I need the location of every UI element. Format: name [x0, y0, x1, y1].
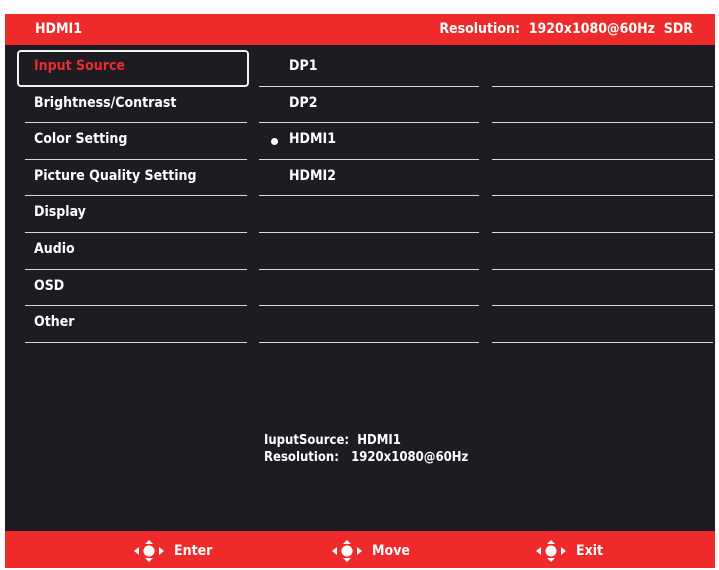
move-label: Move: [372, 543, 410, 559]
submenu-item-label: DP2: [289, 94, 318, 111]
submenu-item-dp1[interactable]: DP1: [259, 50, 479, 87]
exit-hint: Exit: [536, 540, 603, 562]
value-row: [492, 270, 713, 307]
menu-item-label: Display: [34, 204, 86, 221]
exit-label: Exit: [576, 543, 604, 559]
osd-menu: HDMI1 Resolution: 1920x1080@60Hz SDR Inp…: [5, 14, 715, 568]
submenu-item-label: HDMI1: [289, 131, 336, 148]
signal-info: IuputSource: HDMI1 Resolution: 1920x1080…: [264, 432, 468, 466]
menu-item-input-source[interactable]: Input Source: [17, 50, 249, 87]
menu-item-audio[interactable]: Audio: [25, 233, 247, 270]
value-row: [492, 306, 713, 343]
hdr-mode: SDR: [663, 21, 693, 37]
joystick-move-icon: [332, 540, 362, 562]
main-menu: Input Source Brightness/Contrast Color S…: [17, 50, 249, 343]
resolution-text: Resolution: 1920x1080@60Hz: [439, 21, 655, 37]
value-row: [492, 196, 713, 233]
menu-item-label: Input Source: [34, 58, 125, 74]
value-row: [492, 233, 713, 270]
value-row: [492, 123, 713, 160]
menu-item-picture-quality[interactable]: Picture Quality Setting: [25, 160, 247, 197]
submenu-item-label: HDMI2: [289, 167, 336, 184]
menu-item-label: Color Setting: [34, 131, 128, 148]
footer-bar: Enter Move Exit: [5, 531, 715, 568]
submenu-item-dp2[interactable]: DP2: [259, 87, 479, 124]
menu-item-other[interactable]: Other: [25, 306, 247, 343]
value-row: [492, 160, 713, 197]
menu-item-display[interactable]: Display: [25, 196, 247, 233]
menu-item-label: Other: [34, 314, 75, 331]
enter-hint: Enter: [134, 540, 212, 562]
selected-dot-icon: [271, 138, 278, 146]
move-hint: Move: [332, 540, 410, 562]
current-source: HDMI1: [35, 21, 82, 37]
menu-item-label: Audio: [34, 240, 75, 257]
submenu-item-hdmi2[interactable]: HDMI2: [259, 160, 479, 197]
menu-item-color-setting[interactable]: Color Setting: [25, 123, 247, 160]
value-row: [492, 87, 713, 124]
enter-label: Enter: [174, 543, 213, 559]
resolution-info: Resolution: 1920x1080@60Hz: [264, 450, 469, 465]
submenu-item-empty: [259, 196, 479, 233]
menu-item-brightness-contrast[interactable]: Brightness/Contrast: [25, 87, 247, 124]
submenu: DP1 DP2 HDMI1 HDMI2: [259, 50, 479, 343]
joystick-exit-icon: [536, 540, 566, 562]
submenu-item-empty: [259, 233, 479, 270]
menu-item-label: Brightness/Contrast: [34, 94, 177, 111]
header-bar: HDMI1 Resolution: 1920x1080@60Hz SDR: [5, 14, 715, 45]
menu-item-osd[interactable]: OSD: [25, 270, 247, 307]
submenu-item-empty: [259, 306, 479, 343]
submenu-item-empty: [259, 270, 479, 307]
submenu-item-label: DP1: [289, 58, 318, 74]
value-row: [492, 50, 713, 87]
menu-item-label: OSD: [34, 277, 65, 294]
input-source-info: IuputSource: HDMI1: [264, 433, 401, 448]
menu-item-label: Picture Quality Setting: [34, 167, 197, 184]
submenu-item-hdmi1[interactable]: HDMI1: [259, 123, 479, 160]
value-column: [492, 50, 713, 343]
header-resolution: Resolution: 1920x1080@60Hz SDR: [439, 21, 693, 37]
joystick-enter-icon: [134, 540, 164, 562]
